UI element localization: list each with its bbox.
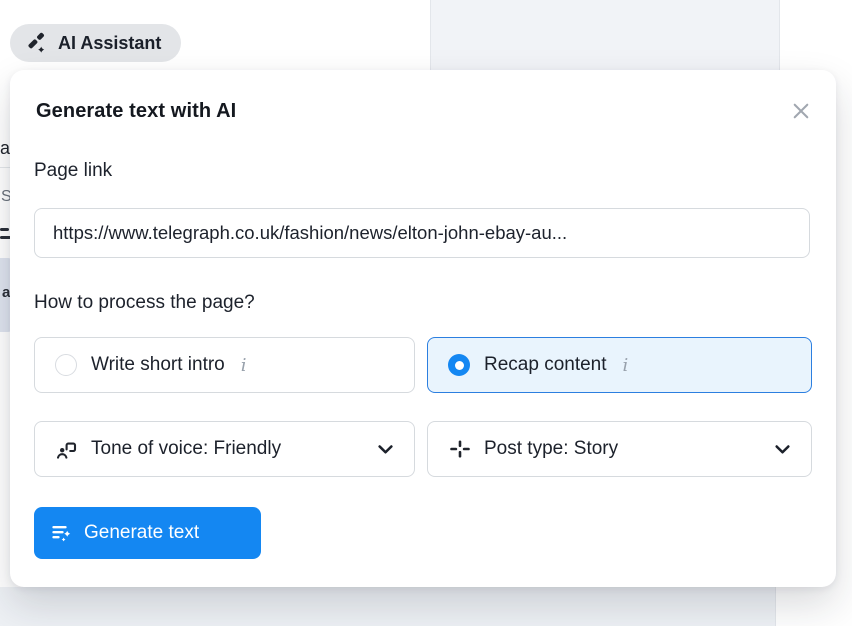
page-link-input[interactable] <box>34 208 810 258</box>
close-button[interactable] <box>790 100 812 122</box>
info-icon[interactable]: i <box>623 355 629 376</box>
option-write-short-intro[interactable]: Write short intro i <box>34 337 415 393</box>
generate-text-label: Generate text <box>84 522 199 544</box>
chevron-down-icon <box>774 444 791 455</box>
modal-title: Generate text with AI <box>36 100 236 123</box>
option-label: Recap content <box>484 354 607 376</box>
tone-of-voice-icon <box>55 437 79 461</box>
tone-of-voice-dropdown[interactable]: Tone of voice: Friendly <box>34 421 415 477</box>
close-icon <box>793 103 809 119</box>
dropdown-label: Tone of voice: Friendly <box>91 438 365 460</box>
text-sparkle-icon <box>50 521 74 545</box>
generate-text-modal: Generate text with AI Page link How to p… <box>10 70 836 587</box>
dropdown-label: Post type: Story <box>484 438 762 460</box>
radio-unselected-icon[interactable] <box>55 354 77 376</box>
post-type-dropdown[interactable]: Post type: Story <box>427 421 812 477</box>
background-panel-top <box>430 0 780 70</box>
process-question-label: How to process the page? <box>34 292 255 314</box>
option-recap-content[interactable]: Recap content i <box>427 337 812 393</box>
generate-text-button[interactable]: Generate text <box>34 507 261 559</box>
ai-assistant-chip[interactable]: AI Assistant <box>10 24 181 62</box>
page-link-label: Page link <box>34 160 112 182</box>
info-icon[interactable]: i <box>241 355 247 376</box>
option-label: Write short intro <box>91 354 225 376</box>
radio-selected-icon[interactable] <box>448 354 470 376</box>
background-panel-bottom <box>0 587 776 626</box>
magic-pen-icon <box>23 30 49 56</box>
post-type-icon <box>448 437 472 461</box>
screen: al S a AI Assistant Generate text with A… <box>0 0 852 626</box>
background-icon-fragment <box>0 228 9 231</box>
ai-assistant-label: AI Assistant <box>58 33 161 54</box>
chevron-down-icon <box>377 444 394 455</box>
